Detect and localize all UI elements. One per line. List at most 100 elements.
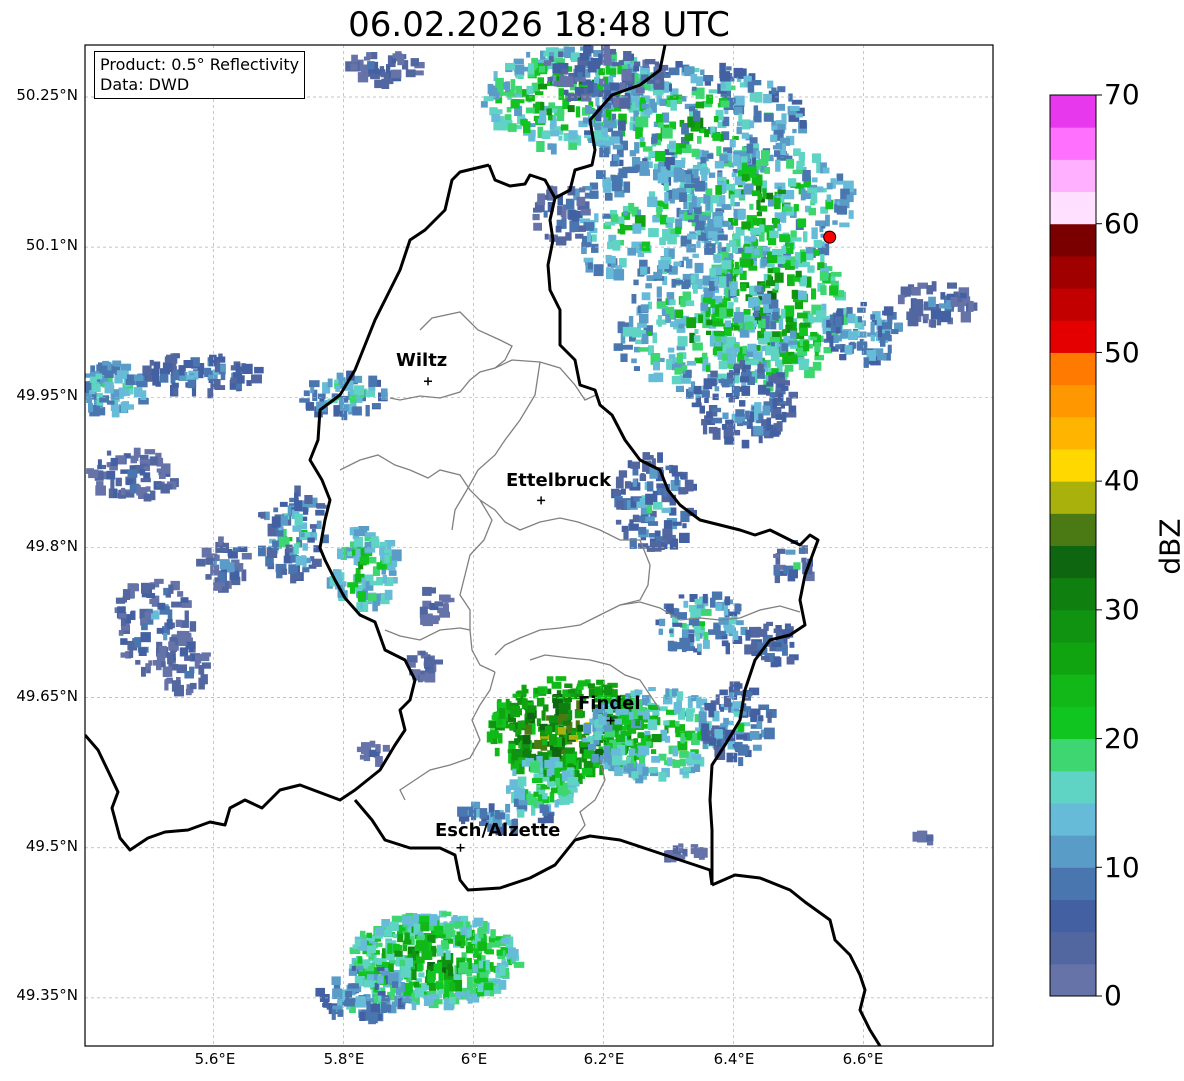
lat-tick-label: 49.35°N: [16, 986, 78, 1004]
echo-cell: [317, 393, 326, 399]
map-canvas: [84, 44, 1102, 1047]
colorbar-tick-label: 40: [1104, 464, 1140, 497]
echo-cell: [366, 932, 372, 938]
echo-cell: [658, 260, 670, 269]
echo-cell: [603, 117, 609, 128]
echo-cell: [120, 652, 129, 658]
echo-cell: [772, 248, 783, 255]
echo-cell: [704, 129, 709, 138]
echo-cell: [145, 663, 151, 671]
echo-cell: [635, 720, 641, 726]
echo-cell: [713, 331, 725, 337]
echo-cell: [441, 911, 452, 917]
echo-cell: [510, 79, 516, 91]
echo-cell: [706, 94, 713, 104]
echo-cell: [651, 734, 662, 743]
echo-cell: [472, 920, 477, 928]
echo-cell: [767, 711, 772, 723]
colorbar-segment: [1050, 609, 1096, 643]
echo-cell: [595, 97, 600, 107]
echo-cell: [618, 168, 628, 179]
district-boundary: [459, 499, 496, 673]
echo-cell: [375, 927, 385, 936]
echo-cell: [434, 999, 443, 1005]
echo-cell: [213, 582, 222, 591]
echo-cell: [741, 132, 749, 139]
echo-cell: [427, 972, 435, 982]
echo-cell: [694, 180, 706, 192]
echo-cell: [445, 950, 451, 960]
echo-cell: [527, 63, 534, 75]
echo-cell: [714, 729, 723, 739]
echo-cell: [746, 369, 751, 374]
echo-cell: [161, 661, 166, 668]
echo-cell: [120, 363, 132, 371]
echo-cell: [209, 354, 217, 367]
echo-cell: [718, 617, 729, 625]
echo-cell: [775, 159, 781, 172]
echo-cell: [734, 363, 742, 369]
echo-cell: [609, 136, 620, 144]
echo-cell: [870, 321, 875, 334]
echo-cell: [749, 411, 755, 423]
echo-cell: [757, 193, 763, 201]
echo-cell: [830, 271, 842, 277]
echo-cell: [663, 720, 670, 726]
echo-cell: [280, 515, 288, 526]
echo-cell: [525, 95, 535, 102]
echo-cell: [567, 105, 575, 113]
echo-cell: [614, 718, 622, 725]
echo-cell: [610, 214, 619, 223]
echo-cell: [611, 62, 620, 67]
echo-cell: [778, 318, 784, 330]
echo-cell: [656, 319, 667, 325]
echo-cell: [376, 577, 384, 586]
echo-cell: [664, 735, 671, 743]
echo-cell: [351, 965, 356, 971]
echo-cell: [513, 961, 525, 968]
echo-cell: [817, 186, 824, 193]
echo-cell: [734, 603, 742, 612]
echo-cell: [208, 374, 218, 379]
echo-cell: [227, 549, 233, 557]
echo-cell: [160, 463, 171, 474]
echo-cell: [392, 577, 398, 584]
echo-cell: [800, 188, 806, 201]
echo-cell: [477, 941, 487, 951]
echo-cell: [651, 133, 658, 144]
echo-cell: [337, 548, 343, 560]
echo-cell: [731, 385, 740, 397]
colorbar-tick-label: 30: [1104, 593, 1140, 626]
echo-cell: [356, 602, 361, 611]
echo-cell: [652, 332, 658, 344]
echo-cell: [812, 361, 822, 371]
echo-cell: [690, 74, 698, 84]
echo-cell: [637, 252, 645, 258]
echo-cell: [602, 724, 613, 732]
echo-cell: [534, 739, 542, 749]
echo-cell: [315, 503, 325, 508]
echo-cell: [154, 578, 164, 584]
echo-cell: [189, 682, 197, 690]
echo-cell: [883, 306, 894, 316]
echo-cell: [703, 75, 714, 82]
echo-cell: [604, 221, 616, 226]
echo-cell: [613, 343, 623, 351]
echo-cell: [309, 524, 318, 529]
echo-cell: [420, 922, 430, 932]
echo-cell: [876, 317, 882, 327]
echo-cell: [121, 487, 126, 495]
echo-cell: [166, 619, 173, 630]
echo-cell: [795, 113, 803, 118]
echo-cell: [521, 684, 527, 697]
colorbar-segment: [1050, 352, 1096, 386]
echo-cell: [557, 727, 566, 735]
echo-cell: [790, 256, 795, 266]
echo-cell: [613, 269, 625, 281]
echo-cell: [714, 275, 719, 287]
echo-cell: [663, 490, 668, 497]
colorbar-segment: [1050, 867, 1096, 900]
echo-cell: [122, 589, 131, 600]
echo-cell: [667, 347, 675, 353]
echo-cell: [568, 209, 576, 220]
